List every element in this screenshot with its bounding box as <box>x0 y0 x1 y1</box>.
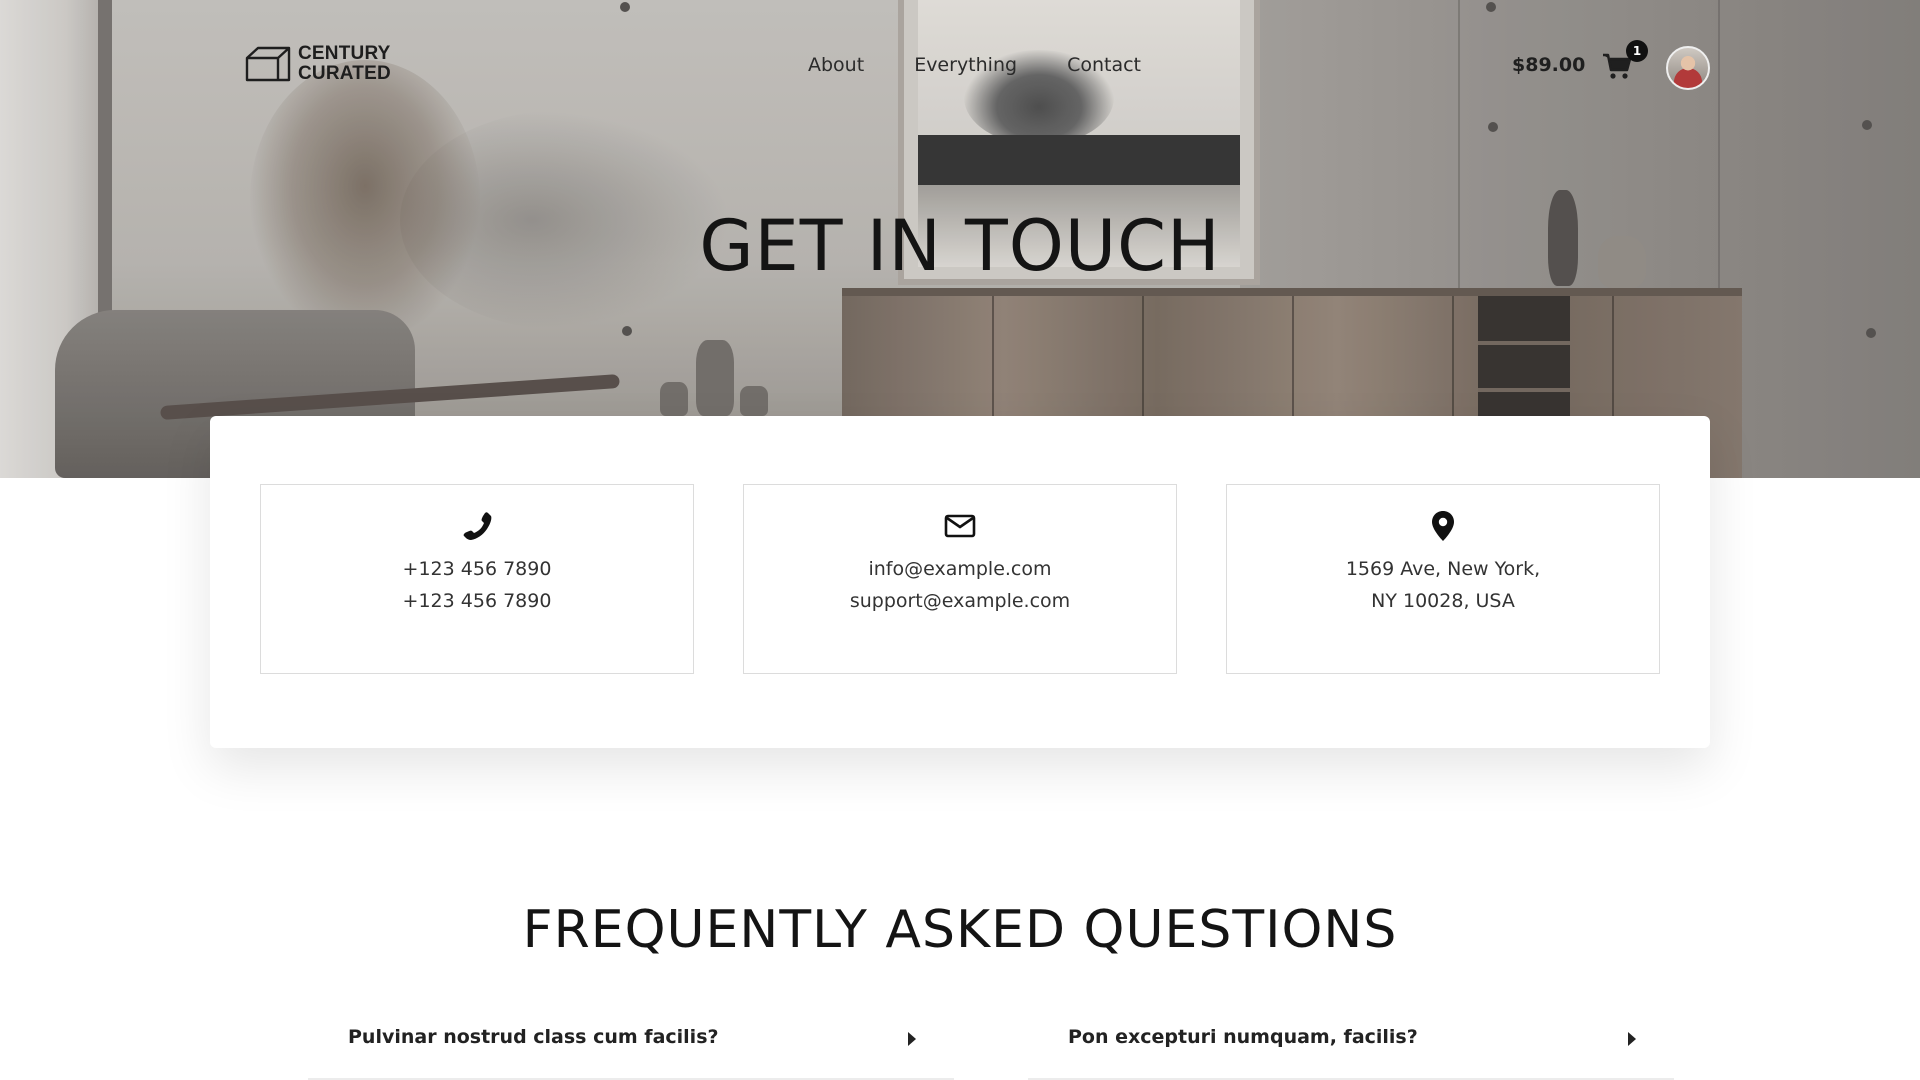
nav-everything[interactable]: Everything <box>914 54 1017 76</box>
envelope-icon <box>944 514 976 538</box>
contact-email-2[interactable]: support@example.com <box>744 585 1176 617</box>
brand-logo[interactable]: CENTURY CURATED <box>244 44 391 84</box>
contact-address-box: 1569 Ave, New York, NY 10028, USA <box>1226 484 1660 674</box>
main-nav: About Everything Contact <box>808 54 1141 76</box>
contact-phone-1[interactable]: +123 456 7890 <box>261 553 693 585</box>
faq-heading: FREQUENTLY ASKED QUESTIONS <box>522 900 1398 960</box>
caret-right-icon <box>908 1032 916 1046</box>
faq-item[interactable]: Pulvinar nostrud class cum facilis? <box>308 1010 954 1080</box>
brand-line-1: CENTURY <box>298 43 391 64</box>
map-pin-icon <box>1432 511 1454 541</box>
contact-address-1: 1569 Ave, New York, <box>1345 558 1541 580</box>
faq-question: Pon excepturi numquam, facilis? <box>1068 1026 1418 1048</box>
site-header: CENTURY CURATED About Everything Contact… <box>0 0 1920 130</box>
page-title: GET IN TOUCH <box>699 205 1221 287</box>
caret-right-icon <box>1628 1032 1636 1046</box>
faq-question: Pulvinar nostrud class cum facilis? <box>348 1026 719 1048</box>
brand-line-2: CURATED <box>298 63 391 84</box>
cart-total[interactable]: $89.00 <box>1512 54 1585 76</box>
contact-address-2: NY 10028, USA <box>1371 590 1515 612</box>
contact-email-1[interactable]: info@example.com <box>744 553 1176 585</box>
brand-name: CENTURY CURATED <box>298 44 391 84</box>
cart-count-badge: 1 <box>1626 40 1648 62</box>
nav-contact[interactable]: Contact <box>1067 54 1141 76</box>
contact-email-box: info@example.com support@example.com <box>743 484 1177 674</box>
contact-email-lines: info@example.com support@example.com <box>744 553 1176 617</box>
phone-icon <box>463 512 492 540</box>
logo-box-icon <box>245 46 291 82</box>
contact-phone-lines: +123 456 7890 +123 456 7890 <box>261 553 693 617</box>
contact-phone-2[interactable]: +123 456 7890 <box>261 585 693 617</box>
contact-address-lines: 1569 Ave, New York, NY 10028, USA <box>1227 553 1659 617</box>
contact-info-card: +123 456 7890 +123 456 7890 info@example… <box>210 416 1710 748</box>
user-avatar[interactable] <box>1666 46 1710 90</box>
nav-about[interactable]: About <box>808 54 864 76</box>
faq-item[interactable]: Pon excepturi numquam, facilis? <box>1028 1010 1674 1080</box>
contact-phone-box: +123 456 7890 +123 456 7890 <box>260 484 694 674</box>
